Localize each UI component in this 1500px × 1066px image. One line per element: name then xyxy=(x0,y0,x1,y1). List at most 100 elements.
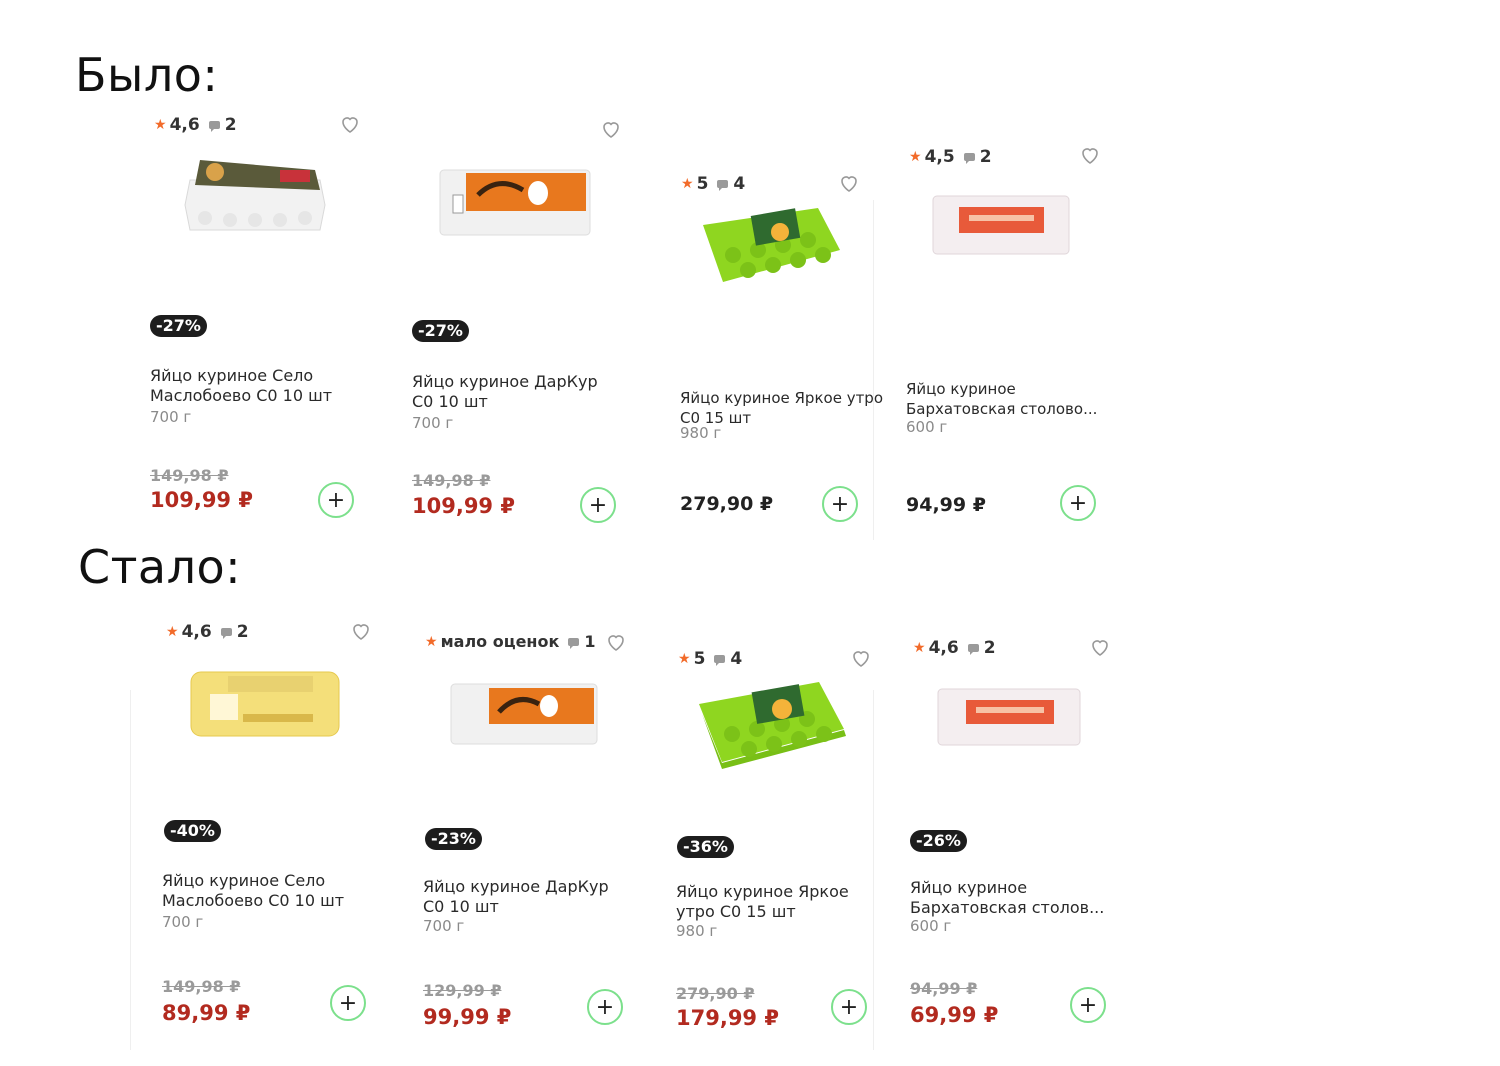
review-count: 2 xyxy=(224,115,237,135)
discount-badge: -26% xyxy=(910,830,967,852)
favorite-heart-icon[interactable] xyxy=(338,112,362,136)
product-card[interactable]: -27% Яйцо куриное ДарКур С0 10 шт 700 г … xyxy=(402,115,632,535)
star-icon: ★ xyxy=(909,149,922,165)
add-to-cart-button[interactable]: + xyxy=(1060,485,1096,521)
comment-icon xyxy=(963,153,975,164)
discount-badge: -40% xyxy=(164,820,221,842)
add-to-cart-button[interactable]: + xyxy=(587,989,623,1025)
card-divider xyxy=(130,690,131,1050)
current-price: 109,99 ₽ xyxy=(150,488,253,512)
add-to-cart-button[interactable]: + xyxy=(318,482,354,518)
plus-icon: + xyxy=(830,491,850,517)
product-name[interactable]: Яйцо куриное ДарКур С0 10 шт xyxy=(412,372,617,412)
rating-value: мало оценок xyxy=(440,632,560,651)
rating-value: 4,6 xyxy=(181,622,212,642)
favorite-heart-icon[interactable] xyxy=(1078,143,1102,167)
review-count: 4 xyxy=(733,174,746,194)
rating-value: 5 xyxy=(696,174,709,194)
product-image[interactable] xyxy=(449,680,599,748)
product-image[interactable] xyxy=(438,165,593,240)
product-name[interactable]: Яйцо куриное Село Маслобоево С0 10 шт xyxy=(150,366,355,406)
product-rating: ★ 4,6 2 xyxy=(166,622,249,642)
plus-icon: + xyxy=(1068,490,1088,516)
star-icon: ★ xyxy=(154,117,167,133)
review-count: 2 xyxy=(979,147,992,167)
product-card[interactable]: ★ 5 4 -36% Яйцо куриное Яркое утро С0 15… xyxy=(666,646,896,1066)
product-image[interactable] xyxy=(936,686,1082,748)
rating-value: 4,6 xyxy=(169,115,200,135)
current-price: 279,90 ₽ xyxy=(680,493,774,515)
comment-icon xyxy=(714,655,726,666)
comment-icon xyxy=(967,644,979,655)
plus-icon: + xyxy=(595,994,615,1020)
rating-value: 4,6 xyxy=(928,638,959,658)
product-name[interactable]: Яйцо куриное Яркое утро С0 15 шт xyxy=(680,388,885,428)
current-price: 109,99 ₽ xyxy=(412,494,515,518)
product-image[interactable] xyxy=(188,666,343,741)
product-image[interactable] xyxy=(694,674,849,774)
product-card[interactable]: ★ мало оценок 1 -23% Яйцо куриное ДарКур… xyxy=(413,630,643,1050)
favorite-heart-icon[interactable] xyxy=(599,117,623,141)
rating-value: 5 xyxy=(693,649,706,669)
product-card[interactable]: ★ 4,6 2 -27% Яйцо куриное Село Маслобоев… xyxy=(140,110,370,530)
review-count: 2 xyxy=(983,638,996,658)
discount-badge: -23% xyxy=(425,828,482,850)
product-card[interactable]: ★ 4,5 2 Яйцо куриное Бархатовская столов… xyxy=(896,143,1126,563)
product-card[interactable]: ★ 4,6 2 -40% Яйцо куриное Село Маслобоев… xyxy=(152,618,382,1038)
add-to-cart-button[interactable]: + xyxy=(580,487,616,523)
product-name[interactable]: Яйцо куриное Бархатовская столов... xyxy=(910,878,1120,918)
product-name[interactable]: Яйцо куриное ДарКур С0 10 шт xyxy=(423,877,628,917)
product-card[interactable]: ★ 5 4 Яйцо куриное Яркое утро С0 15 шт 9… xyxy=(670,170,900,590)
product-name[interactable]: Яйцо куриное Яркое утро С0 15 шт xyxy=(676,882,881,922)
current-price: 94,99 ₽ xyxy=(906,494,986,516)
favorite-heart-icon[interactable] xyxy=(604,630,628,654)
current-price: 99,99 ₽ xyxy=(423,1005,512,1029)
add-to-cart-button[interactable]: + xyxy=(1070,987,1106,1023)
discount-badge: -27% xyxy=(412,320,469,342)
add-to-cart-button[interactable]: + xyxy=(831,989,867,1025)
plus-icon: + xyxy=(588,492,608,518)
product-rating: ★ 4,6 2 xyxy=(913,638,996,658)
discount-badge: -36% xyxy=(677,836,734,858)
old-price: 94,99 ₽ xyxy=(910,979,978,998)
plus-icon: + xyxy=(338,990,358,1016)
old-price: 149,98 ₽ xyxy=(150,466,229,485)
product-rating: ★ мало оценок 1 xyxy=(425,632,595,651)
comment-icon xyxy=(717,180,729,191)
section-title-before: Было: xyxy=(75,48,219,102)
rating-value: 4,5 xyxy=(924,147,955,167)
star-icon: ★ xyxy=(166,624,179,640)
current-price: 69,99 ₽ xyxy=(910,1003,999,1027)
add-to-cart-button[interactable]: + xyxy=(330,985,366,1021)
product-weight: 700 г xyxy=(423,917,465,935)
review-count: 2 xyxy=(236,622,249,642)
favorite-heart-icon[interactable] xyxy=(1088,635,1112,659)
review-count: 4 xyxy=(730,649,743,669)
plus-icon: + xyxy=(326,487,346,513)
comment-icon xyxy=(208,121,220,132)
product-image[interactable] xyxy=(931,193,1071,258)
star-icon: ★ xyxy=(913,640,926,656)
favorite-heart-icon[interactable] xyxy=(837,171,861,195)
add-to-cart-button[interactable]: + xyxy=(822,486,858,522)
product-card[interactable]: ★ 4,6 2 -26% Яйцо куриное Бархатовская с… xyxy=(900,634,1130,1054)
product-weight: 700 г xyxy=(162,913,204,931)
review-count: 1 xyxy=(584,632,596,651)
product-weight: 980 г xyxy=(676,922,718,940)
product-weight: 700 г xyxy=(412,414,454,432)
section-title-after: Стало: xyxy=(78,540,242,594)
star-icon: ★ xyxy=(425,633,438,650)
product-image[interactable] xyxy=(180,150,330,240)
favorite-heart-icon[interactable] xyxy=(349,619,373,643)
product-weight: 700 г xyxy=(150,408,192,426)
discount-badge: -27% xyxy=(150,315,207,337)
favorite-heart-icon[interactable] xyxy=(849,646,873,670)
product-name[interactable]: Яйцо куриное Бархатовская столово... xyxy=(906,379,1111,419)
current-price: 89,99 ₽ xyxy=(162,1001,251,1025)
star-icon: ★ xyxy=(681,176,694,192)
old-price: 279,90 ₽ xyxy=(676,984,755,1003)
product-image[interactable] xyxy=(698,200,843,290)
current-price: 179,99 ₽ xyxy=(676,1006,779,1030)
product-name[interactable]: Яйцо куриное Село Маслобоево С0 10 шт xyxy=(162,871,367,911)
product-rating: ★ 5 4 xyxy=(678,649,742,669)
